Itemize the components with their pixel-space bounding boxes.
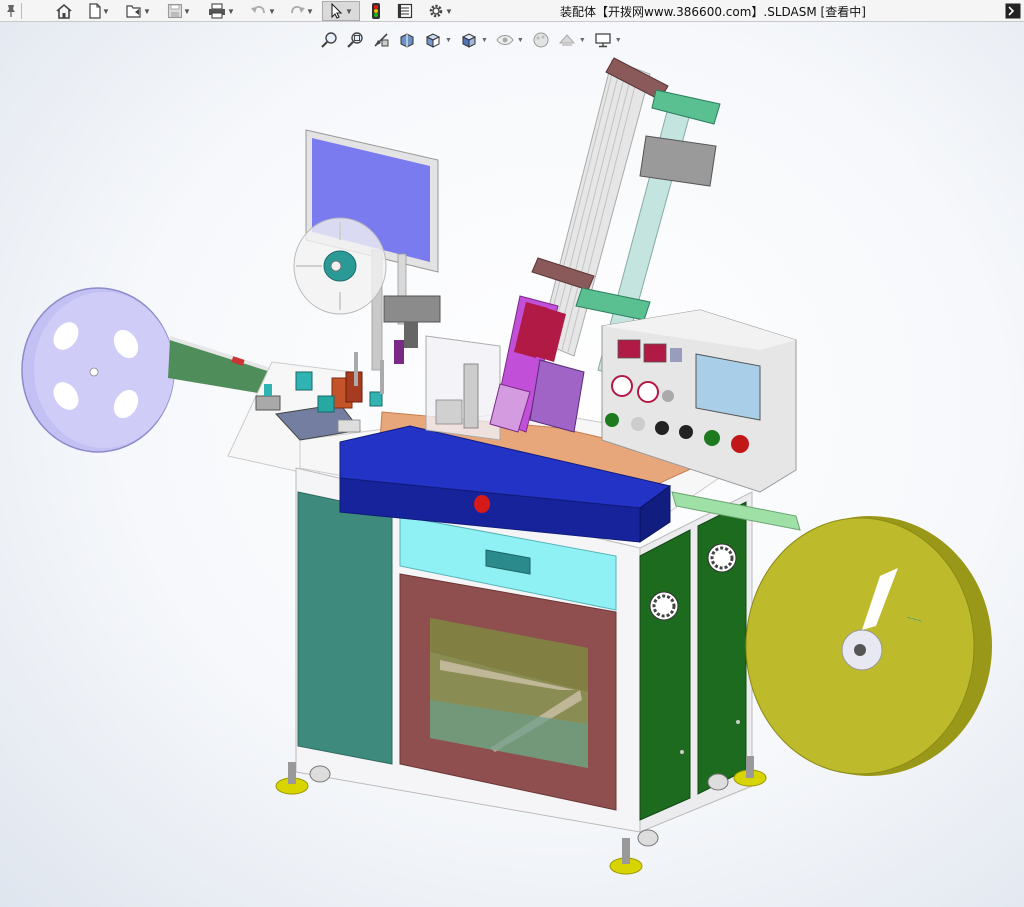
- command-prompt-icon[interactable]: [1004, 1, 1022, 21]
- file-properties-icon[interactable]: [394, 1, 416, 21]
- main-toolbar: ▼ ▼ ▼ ▼ ▼ ▼ ▼ ▼ 装配体【开拨网www.386600.com】.S…: [0, 0, 1024, 22]
- right-reel[interactable]: ~~~: [745, 516, 992, 776]
- select-pointer-icon[interactable]: ▼: [322, 1, 360, 21]
- hmi-screen: [695, 353, 761, 421]
- pin-icon[interactable]: [2, 1, 20, 21]
- print-icon[interactable]: ▼: [202, 1, 240, 21]
- side-panel-front[interactable]: [639, 529, 691, 821]
- machine-model[interactable]: ~~~: [0, 22, 1024, 907]
- chevron-down-icon[interactable]: ▼: [268, 7, 276, 16]
- undo-icon[interactable]: ▼: [246, 1, 280, 21]
- options-gear-icon[interactable]: ▼: [422, 1, 458, 21]
- document-title: 装配体【开拨网www.386600.com】.SLDASM [查看中]: [560, 5, 866, 19]
- save-icon[interactable]: ▼: [162, 1, 196, 21]
- toolbar-separator: [20, 1, 22, 21]
- open-icon[interactable]: ▼: [120, 1, 156, 21]
- redo-icon[interactable]: ▼: [284, 1, 318, 21]
- chevron-down-icon[interactable]: ▼: [102, 7, 110, 16]
- emergency-stop-button: [474, 495, 490, 513]
- chevron-down-icon[interactable]: ▼: [227, 7, 235, 16]
- left-door[interactable]: [297, 491, 393, 765]
- chevron-down-icon[interactable]: ▼: [445, 7, 453, 16]
- chevron-down-icon[interactable]: ▼: [345, 7, 353, 16]
- graphics-area[interactable]: ~~~: [0, 22, 1024, 907]
- new-document-icon[interactable]: ▼: [84, 1, 114, 21]
- chevron-down-icon[interactable]: ▼: [183, 7, 191, 16]
- left-reel[interactable]: [21, 287, 175, 453]
- rebuild-traffic-light-icon[interactable]: [366, 1, 386, 21]
- home-icon[interactable]: [52, 1, 76, 21]
- chevron-down-icon[interactable]: ▼: [143, 7, 151, 16]
- small-reel[interactable]: [293, 217, 387, 315]
- chevron-down-icon[interactable]: ▼: [306, 7, 314, 16]
